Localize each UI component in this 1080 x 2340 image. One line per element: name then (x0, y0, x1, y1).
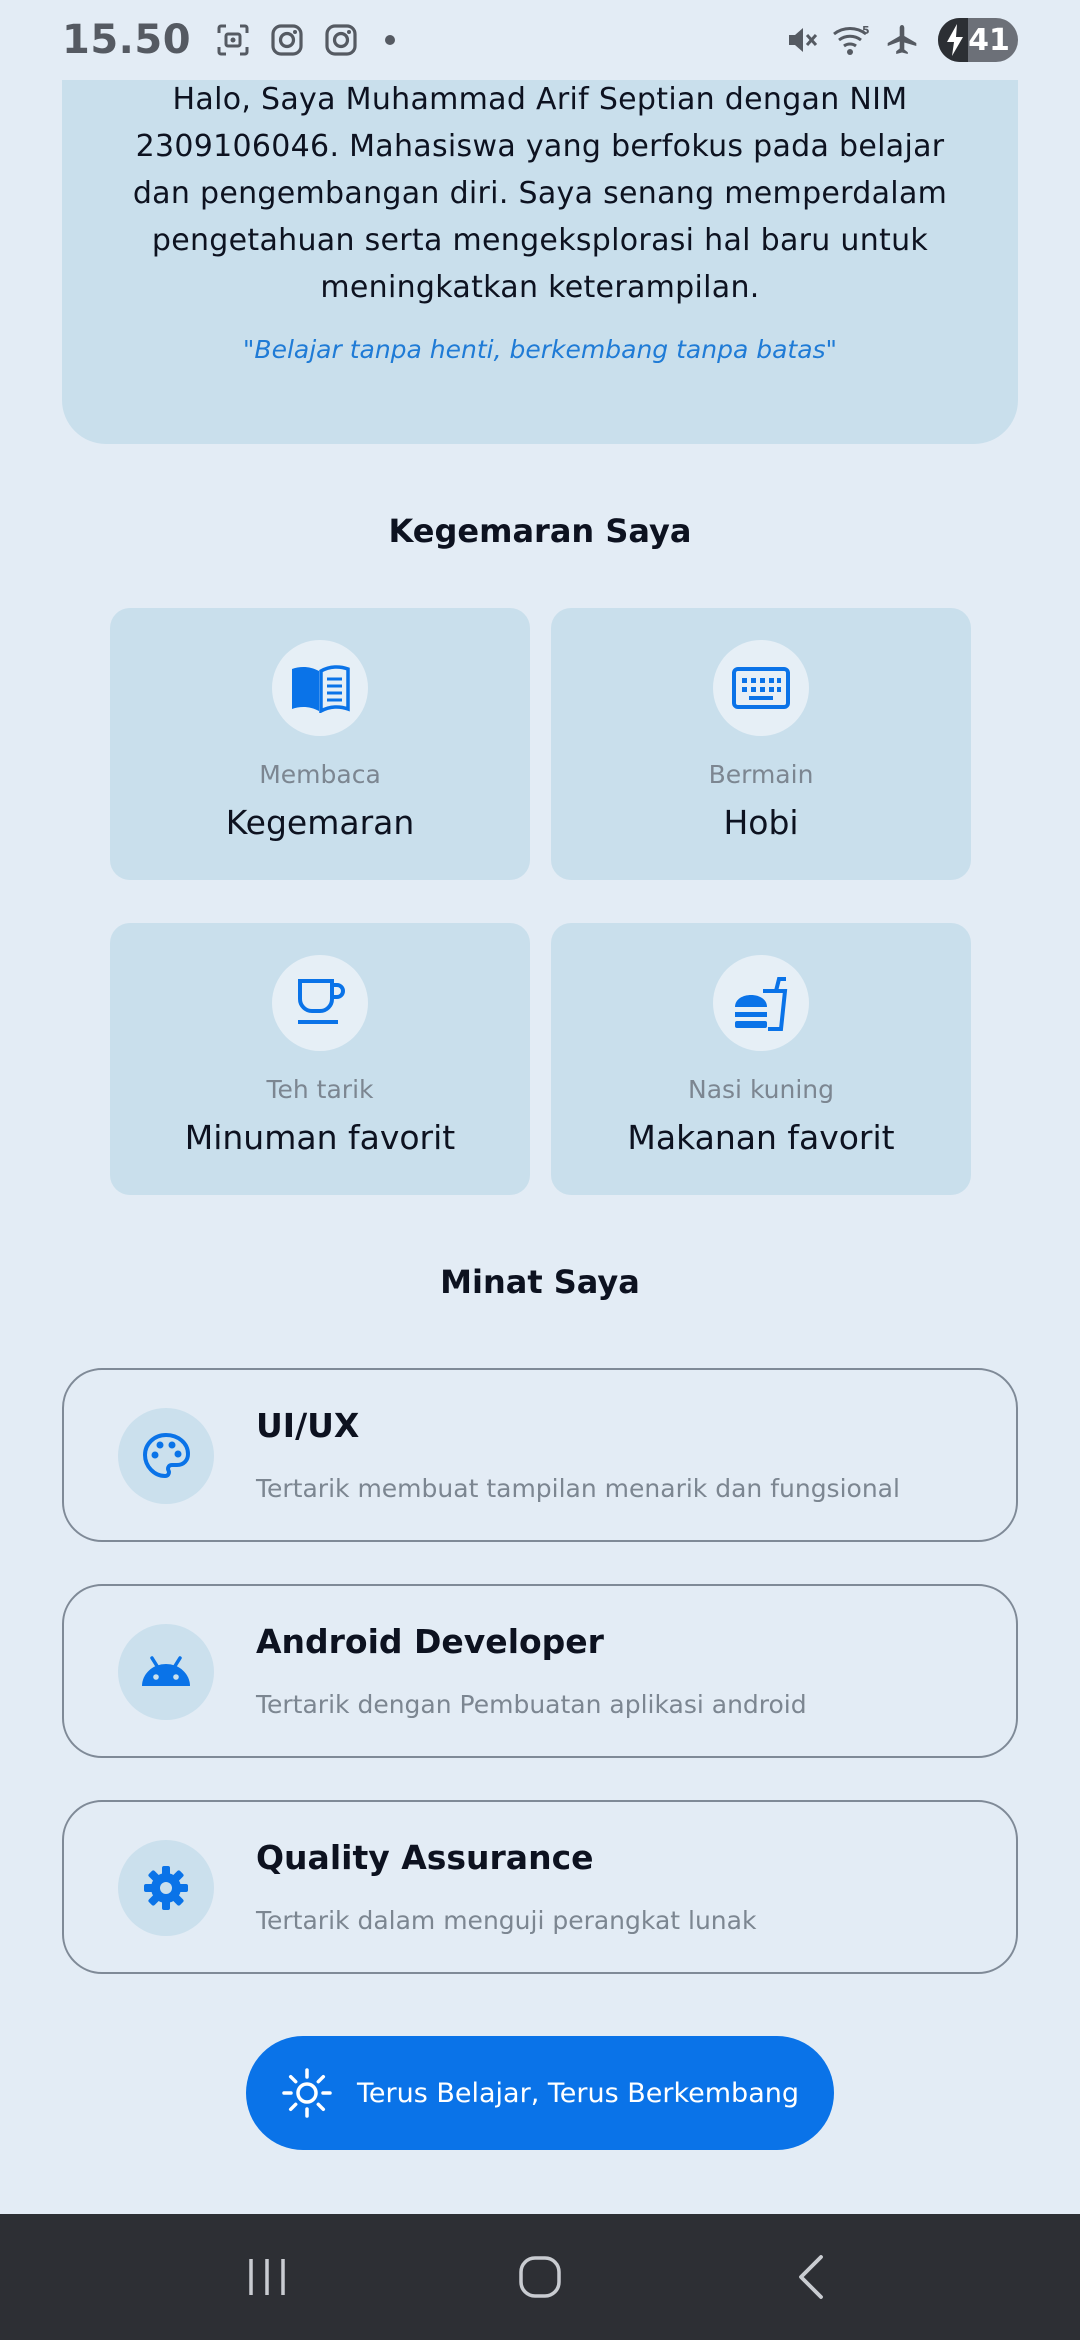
hobby-icon-container (272, 640, 368, 736)
wifi-icon: 5 (832, 20, 872, 60)
fastfood-icon (735, 977, 788, 1031)
hobby-icon-container (713, 640, 809, 736)
interest-desc: Tertarik dalam menguji perangkat lunak (256, 1906, 757, 1935)
interest-title: Quality Assurance (256, 1838, 594, 1877)
interest-icon-container (118, 1840, 214, 1936)
recent-apps-button[interactable] (227, 2237, 307, 2317)
home-icon (519, 2256, 561, 2298)
interest-desc: Tertarik dengan Pembuatan aplikasi andro… (256, 1690, 807, 1719)
home-button[interactable] (500, 2237, 580, 2317)
gear-icon (144, 1866, 188, 1910)
interest-title: UI/UX (256, 1406, 360, 1445)
notification-dot (385, 35, 396, 45)
hobby-main: Kegemaran (225, 803, 415, 842)
intro-text: Halo, Saya Muhammad Arif Septian dengan … (132, 82, 948, 305)
status-left: 15.50 (62, 17, 396, 63)
hobby-icon-container (272, 955, 368, 1051)
hobby-sub: Bermain (708, 760, 814, 789)
interest-title: Android Developer (256, 1622, 604, 1661)
hobby-card-reading[interactable]: Membaca Kegemaran (110, 608, 530, 880)
hobby-main: Makanan favorit (627, 1118, 895, 1157)
android-icon (142, 1656, 190, 1686)
instagram-icon (267, 20, 307, 60)
interest-icon-container (118, 1624, 214, 1720)
hobby-card-gaming[interactable]: Bermain Hobi (551, 608, 971, 880)
keyboard-icon (732, 667, 790, 709)
interest-card-qa[interactable]: Quality Assurance Tertarik dalam menguji… (62, 1800, 1018, 1974)
hobby-sub: Nasi kuning (688, 1075, 834, 1104)
battery-level: 41 (968, 22, 1010, 58)
mute-icon (782, 20, 822, 60)
hobby-card-drink[interactable]: Teh tarik Minuman favorit (110, 923, 530, 1195)
interest-card-android[interactable]: Android Developer Tertarik dengan Pembua… (62, 1584, 1018, 1758)
hobby-main: Minuman favorit (184, 1118, 456, 1157)
recent-apps-icon (248, 2259, 285, 2295)
cup-icon (298, 979, 345, 1024)
hobby-sub: Membaca (259, 760, 381, 789)
keep-learning-button[interactable]: Terus Belajar, Terus Berkembang (246, 2036, 834, 2150)
interest-desc: Tertarik membuat tampilan menarik dan fu… (256, 1474, 900, 1503)
intro-quote: "Belajar tanpa henti, berkembang tanpa b… (242, 335, 838, 364)
hobby-main: Hobi (723, 803, 799, 842)
interest-icon-container (118, 1408, 214, 1504)
system-nav-bar (0, 2214, 1080, 2340)
screenshot-icon (213, 20, 253, 60)
interest-card-uiux[interactable]: UI/UX Tertarik membuat tampilan menarik … (62, 1368, 1018, 1542)
hobby-sub: Teh tarik (266, 1075, 374, 1104)
hobbies-title: Kegemaran Saya (388, 512, 692, 550)
book-icon (292, 665, 350, 713)
keep-learning-label: Terus Belajar, Terus Berkembang (356, 2077, 799, 2109)
airplane-icon (882, 20, 922, 60)
status-time: 15.50 (62, 17, 192, 63)
sun-icon (282, 2068, 332, 2118)
back-button[interactable] (773, 2237, 853, 2317)
battery-icon: 41 (938, 18, 1018, 62)
status-bar: 15.50 5 41 (0, 0, 1080, 80)
back-icon (799, 2255, 824, 2299)
intro-card: Halo, Saya Muhammad Arif Septian dengan … (62, 40, 1018, 444)
interests-title: Minat Saya (440, 1263, 640, 1301)
instagram-icon (321, 20, 361, 60)
hobby-card-food[interactable]: Nasi kuning Makanan favorit (551, 923, 971, 1195)
palette-icon (142, 1432, 190, 1479)
svg-text:5: 5 (862, 24, 870, 37)
hobby-icon-container (713, 955, 809, 1051)
status-right: 5 41 (782, 18, 1018, 62)
